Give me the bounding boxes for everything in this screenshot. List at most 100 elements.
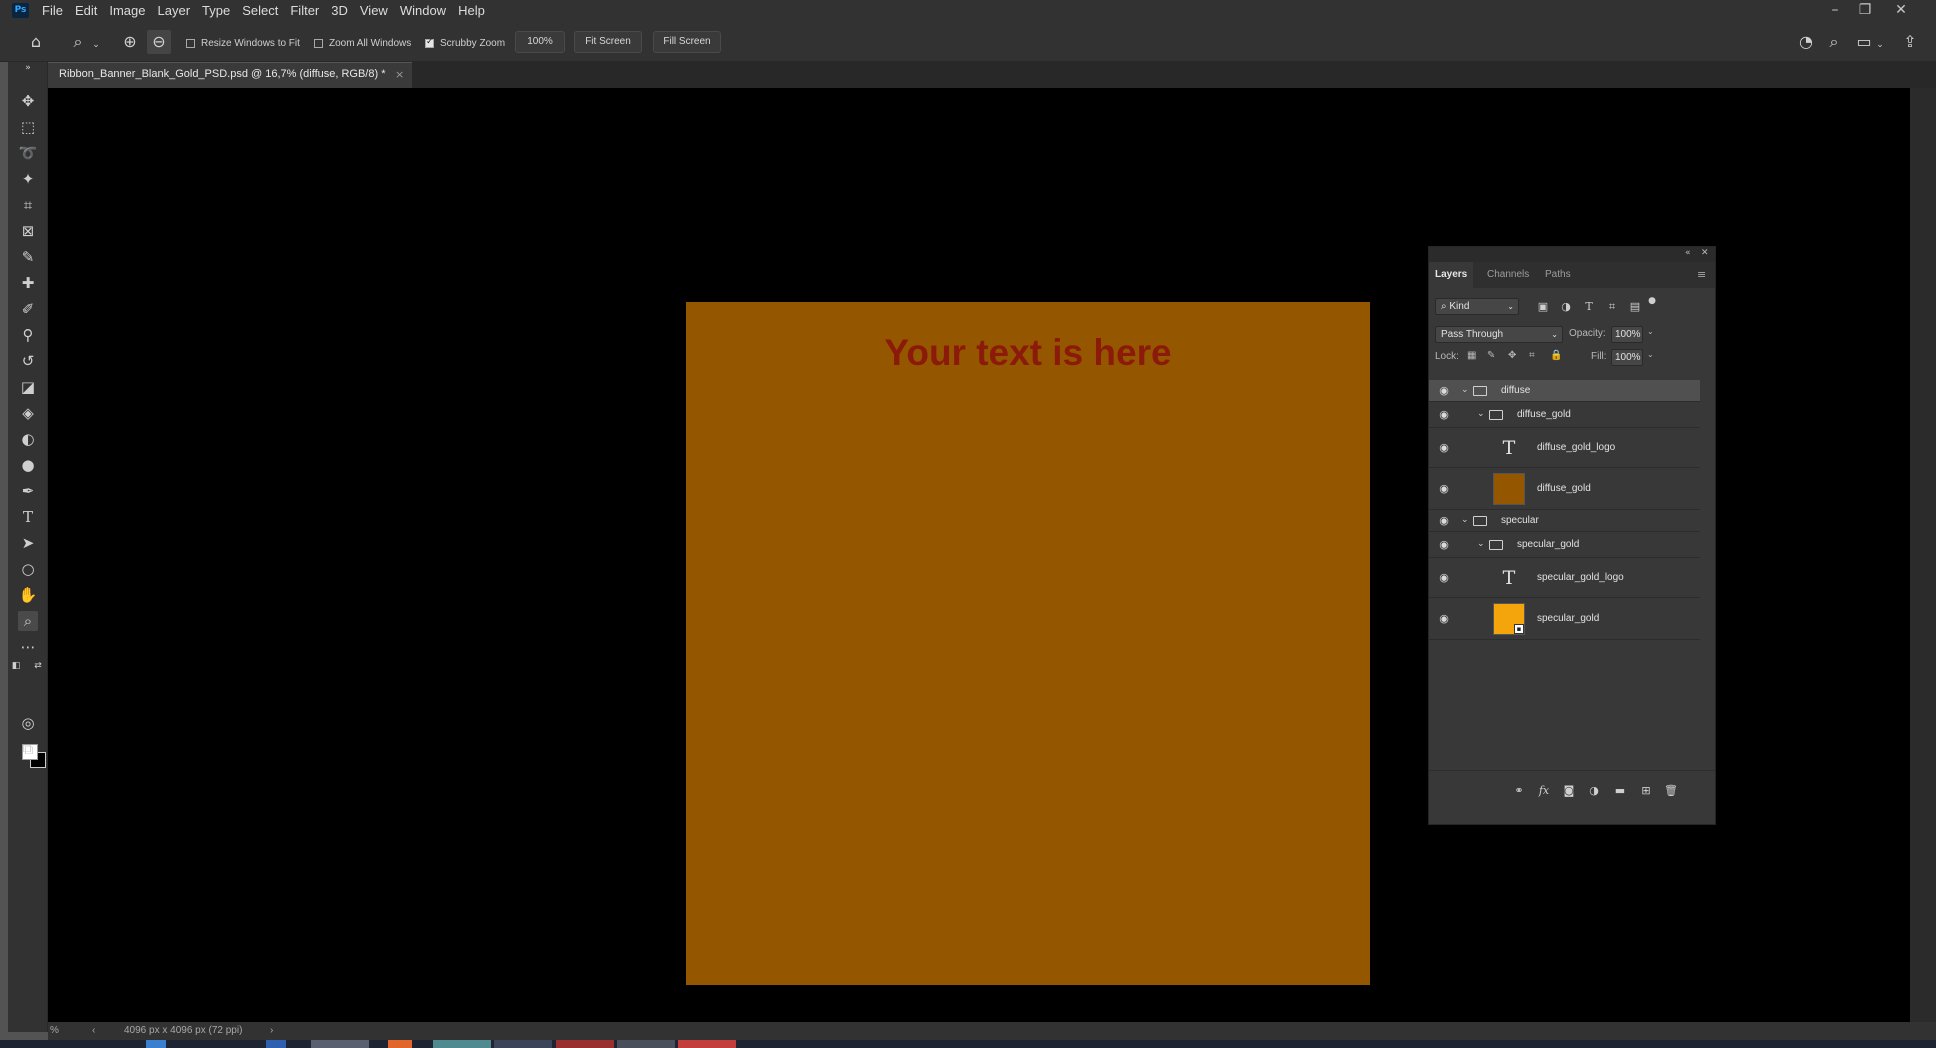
lock-image-icon[interactable]: ✎ xyxy=(1487,350,1495,361)
close-panel-icon[interactable]: ✕ xyxy=(1701,248,1709,258)
new-group-icon[interactable]: ▬ xyxy=(1612,783,1628,799)
clone-stamp-tool-icon[interactable]: ⚲ xyxy=(18,325,38,345)
menu-layer[interactable]: Layer xyxy=(152,0,197,22)
blur-tool-icon[interactable]: ◐ xyxy=(18,429,38,449)
menu-type[interactable]: Type xyxy=(196,0,236,22)
tab-channels[interactable]: Channels xyxy=(1481,262,1535,288)
chevron-down-icon[interactable]: ⌄ xyxy=(90,33,102,51)
zoom-tool-preset-icon[interactable]: ⌕ xyxy=(66,30,90,54)
layer-name[interactable]: diffuse xyxy=(1501,385,1530,396)
filter-pixel-icon[interactable]: ▣ xyxy=(1536,300,1550,314)
scrubby-zoom-option[interactable]: Scrubby Zoom xyxy=(425,35,505,51)
taskbar-icon-browser[interactable] xyxy=(556,1040,614,1048)
screen-mode-icon[interactable]: ⧉ xyxy=(18,739,38,759)
zoom-in-icon[interactable]: ⊕ xyxy=(118,30,142,54)
brush-tool-icon[interactable]: ✐ xyxy=(18,299,38,319)
eyedropper-tool-icon[interactable]: ✎ xyxy=(18,247,38,267)
lock-position-icon[interactable]: ✥ xyxy=(1508,350,1516,361)
magic-wand-tool-icon[interactable]: ✦ xyxy=(18,169,38,189)
chevron-down-icon[interactable]: ⌄ xyxy=(1477,409,1487,419)
fx-icon[interactable]: fx xyxy=(1536,783,1552,799)
healing-brush-tool-icon[interactable]: ✚ xyxy=(18,273,38,293)
layer-row-specular[interactable]: ◉ ⌄ specular xyxy=(1429,510,1700,532)
menu-3d[interactable]: 3D xyxy=(325,0,354,22)
resize-windows-checkbox[interactable] xyxy=(186,38,195,48)
taskbar-icon-window[interactable] xyxy=(617,1040,675,1048)
layer-row-diffuse-gold-logo[interactable]: ◉ T diffuse_gold_logo xyxy=(1429,428,1700,468)
menu-file[interactable]: File xyxy=(36,0,69,22)
visibility-eye-icon[interactable]: ◉ xyxy=(1437,612,1451,626)
visibility-eye-icon[interactable]: ◉ xyxy=(1437,514,1451,528)
resize-windows-option[interactable]: Resize Windows to Fit xyxy=(186,35,300,51)
swap-colors-icon[interactable]: ⇄ xyxy=(32,660,44,672)
lock-artboard-icon[interactable]: ⌗ xyxy=(1529,350,1535,361)
vertical-scrollbar[interactable] xyxy=(1910,88,1936,1022)
layer-name[interactable]: specular_gold xyxy=(1517,539,1579,550)
fill-screen-button[interactable]: Fill Screen xyxy=(653,31,721,53)
collapse-panel-icon[interactable]: « xyxy=(1685,248,1691,258)
ellipse-tool-icon[interactable]: ○ xyxy=(18,559,38,579)
layer-name[interactable]: specular xyxy=(1501,515,1539,526)
panel-menu-icon[interactable]: ≡ xyxy=(1697,268,1706,281)
layer-row-specular-gold-group[interactable]: ◉ ⌄ specular_gold xyxy=(1429,532,1700,558)
filter-adjustment-icon[interactable]: ◑ xyxy=(1559,300,1573,314)
menu-help[interactable]: Help xyxy=(452,0,491,22)
taskbar-icon-app2[interactable] xyxy=(678,1040,736,1048)
layer-name[interactable]: diffuse_gold_logo xyxy=(1537,442,1615,453)
canvas-text-layer[interactable]: Your text is here xyxy=(686,332,1370,374)
zoom-tool-icon[interactable]: ⌕ xyxy=(18,611,38,631)
zoom-out-icon[interactable]: ⊖ xyxy=(147,30,171,54)
taskbar-icon-photoshop[interactable] xyxy=(311,1040,369,1048)
workspace-chevron-icon[interactable]: ⌄ xyxy=(1874,33,1886,51)
visibility-eye-icon[interactable]: ◉ xyxy=(1437,408,1451,422)
eraser-tool-icon[interactable]: ◪ xyxy=(18,377,38,397)
move-tool-icon[interactable]: ✥ xyxy=(18,91,38,111)
frame-tool-icon[interactable]: ⊠ xyxy=(18,221,38,241)
lasso-tool-icon[interactable]: ➰ xyxy=(18,143,38,163)
path-selection-tool-icon[interactable]: ➤ xyxy=(18,533,38,553)
adjustment-layer-icon[interactable]: ◑ xyxy=(1586,783,1602,799)
layer-row-diffuse-gold-fill[interactable]: ◉ diffuse_gold xyxy=(1429,468,1700,510)
taskbar-icon-word[interactable] xyxy=(266,1040,286,1048)
type-tool-icon[interactable]: T xyxy=(18,507,38,527)
search-icon[interactable]: ⌕ xyxy=(1822,30,1846,54)
menu-filter[interactable]: Filter xyxy=(284,0,325,22)
link-layers-icon[interactable]: ⚭ xyxy=(1511,783,1527,799)
document-tab[interactable]: Ribbon_Banner_Blank_Gold_PSD.psd @ 16,7%… xyxy=(48,62,412,88)
fill-input[interactable]: 100% xyxy=(1611,349,1643,366)
visibility-eye-icon[interactable]: ◉ xyxy=(1437,571,1451,585)
menu-image[interactable]: Image xyxy=(103,0,151,22)
fit-screen-button[interactable]: Fit Screen xyxy=(574,31,642,53)
zoom-all-option[interactable]: Zoom All Windows xyxy=(314,35,411,51)
chevron-down-icon[interactable]: ⌄ xyxy=(1461,515,1471,525)
layer-row-specular-gold-smart[interactable]: ◉ ▪ specular_gold xyxy=(1429,598,1700,640)
zoom-percent[interactable]: % xyxy=(50,1025,59,1036)
home-icon[interactable]: ⌂ xyxy=(24,30,48,54)
taskbar-icon-office[interactable] xyxy=(388,1040,412,1048)
add-mask-icon[interactable]: ◙ xyxy=(1561,783,1577,799)
chevron-down-icon[interactable]: ⌄ xyxy=(1461,385,1471,395)
menu-select[interactable]: Select xyxy=(236,0,284,22)
close-window-button[interactable]: ✕ xyxy=(1886,0,1916,22)
marquee-tool-icon[interactable]: ⬚ xyxy=(18,117,38,137)
layer-row-diffuse-gold-group[interactable]: ◉ ⌄ diffuse_gold xyxy=(1429,402,1700,428)
scrubby-zoom-checkbox[interactable] xyxy=(425,37,434,48)
status-next-icon[interactable]: › xyxy=(270,1025,273,1036)
filter-toggle-icon[interactable]: ● xyxy=(1647,294,1657,308)
fill-chevron-icon[interactable]: ⌄ xyxy=(1647,350,1654,359)
zoom-all-checkbox[interactable] xyxy=(314,38,323,48)
chevron-down-icon[interactable]: ⌄ xyxy=(1477,539,1487,549)
opacity-input[interactable]: 100% xyxy=(1611,326,1643,343)
opacity-chevron-icon[interactable]: ⌄ xyxy=(1647,327,1654,336)
lock-transparent-icon[interactable]: ▦ xyxy=(1467,350,1476,361)
taskbar-icon-discord[interactable] xyxy=(494,1040,552,1048)
layer-row-diffuse[interactable]: ◉ ⌄ diffuse xyxy=(1429,380,1700,402)
filter-shape-icon[interactable]: ⌗ xyxy=(1605,300,1619,314)
layer-name[interactable]: diffuse_gold xyxy=(1537,483,1591,494)
layer-row-specular-gold-logo[interactable]: ◉ T specular_gold_logo xyxy=(1429,558,1700,598)
menu-window[interactable]: Window xyxy=(394,0,452,22)
blend-mode-select[interactable]: Pass Through ⌄ xyxy=(1435,326,1563,343)
delete-layer-icon[interactable]: 🗑 xyxy=(1663,783,1679,799)
more-tools-icon[interactable]: ⋯ xyxy=(18,637,38,657)
paint-bucket-tool-icon[interactable]: ◈ xyxy=(18,403,38,423)
